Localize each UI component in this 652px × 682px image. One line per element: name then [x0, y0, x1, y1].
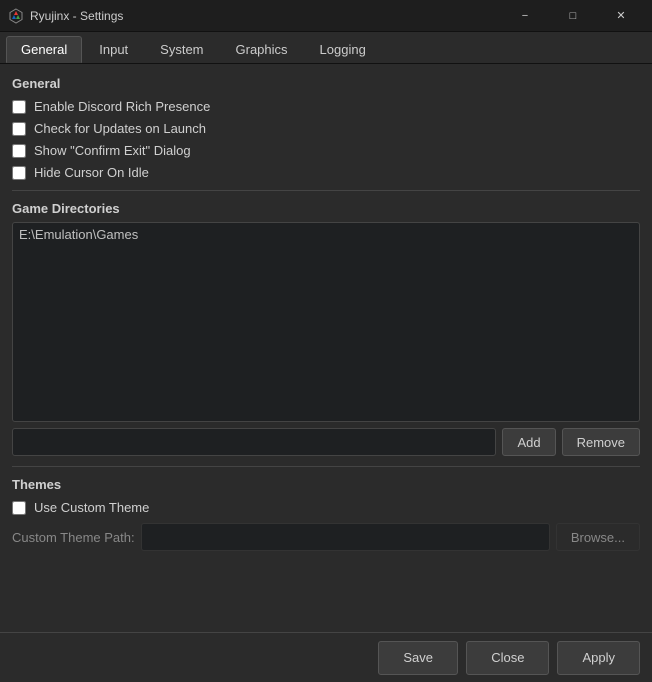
titlebar: Ryujinx - Settings − □ ✕ [0, 0, 652, 32]
app-icon [8, 8, 24, 24]
general-section-title: General [12, 76, 640, 91]
updates-checkbox[interactable] [12, 122, 26, 136]
game-directories-list: E:\Emulation\Games [12, 222, 640, 422]
hidecursor-checkbox[interactable] [12, 166, 26, 180]
window-controls: − □ ✕ [502, 0, 644, 32]
confirmexit-checkbox[interactable] [12, 144, 26, 158]
theme-path-input[interactable] [141, 523, 550, 551]
discord-checkbox-row: Enable Discord Rich Presence [12, 99, 640, 114]
window-title: Ryujinx - Settings [30, 9, 502, 23]
tab-bar: General Input System Graphics Logging [0, 32, 652, 64]
discord-checkbox[interactable] [12, 100, 26, 114]
footer: Save Close Apply [0, 632, 652, 682]
custom-theme-checkbox[interactable] [12, 501, 26, 515]
tab-logging[interactable]: Logging [305, 36, 381, 63]
hidecursor-label: Hide Cursor On Idle [34, 165, 149, 180]
remove-button[interactable]: Remove [562, 428, 640, 456]
theme-path-row: Custom Theme Path: Browse... [12, 523, 640, 551]
divider-1 [12, 190, 640, 191]
tab-general[interactable]: General [6, 36, 82, 63]
theme-path-label: Custom Theme Path: [12, 530, 135, 545]
updates-checkbox-row: Check for Updates on Launch [12, 121, 640, 136]
close-dialog-button[interactable]: Close [466, 641, 549, 675]
confirmexit-label: Show "Confirm Exit" Dialog [34, 143, 191, 158]
main-content: General Enable Discord Rich Presence Che… [0, 64, 652, 628]
tab-graphics[interactable]: Graphics [221, 36, 303, 63]
divider-2 [12, 466, 640, 467]
maximize-button[interactable]: □ [550, 0, 596, 32]
save-button[interactable]: Save [378, 641, 458, 675]
custom-theme-label: Use Custom Theme [34, 500, 149, 515]
custom-theme-checkbox-row: Use Custom Theme [12, 500, 640, 515]
apply-button[interactable]: Apply [557, 641, 640, 675]
dir-path-input[interactable] [12, 428, 496, 456]
minimize-button[interactable]: − [502, 0, 548, 32]
tab-system[interactable]: System [145, 36, 218, 63]
themes-section-title: Themes [12, 477, 640, 492]
close-button[interactable]: ✕ [598, 0, 644, 32]
dir-entry: E:\Emulation\Games [19, 227, 633, 242]
discord-label: Enable Discord Rich Presence [34, 99, 210, 114]
add-button[interactable]: Add [502, 428, 555, 456]
tab-input[interactable]: Input [84, 36, 143, 63]
browse-button[interactable]: Browse... [556, 523, 640, 551]
confirmexit-checkbox-row: Show "Confirm Exit" Dialog [12, 143, 640, 158]
updates-label: Check for Updates on Launch [34, 121, 206, 136]
hidecursor-checkbox-row: Hide Cursor On Idle [12, 165, 640, 180]
game-directories-title: Game Directories [12, 201, 640, 216]
dir-controls: Add Remove [12, 428, 640, 456]
